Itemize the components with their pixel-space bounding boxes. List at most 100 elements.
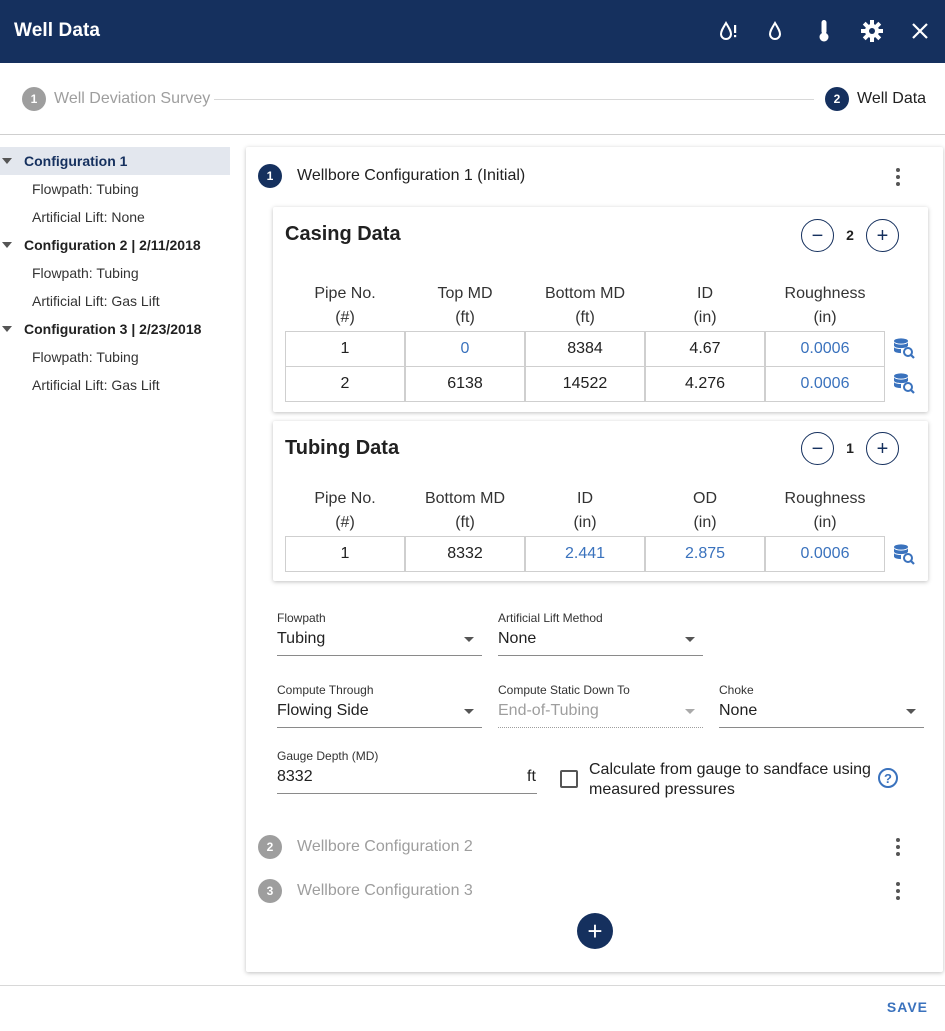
step-1-number[interactable]: 1 [22, 87, 46, 111]
save-button[interactable]: SAVE [887, 999, 928, 1015]
choke-underline [719, 727, 924, 728]
gauge-depth-input[interactable]: 8332 [277, 768, 313, 786]
tree-config-3-flowpath[interactable]: Flowpath: Tubing [0, 343, 230, 371]
tubing-header-id: ID (in) [573, 490, 597, 531]
compute-static-select: End-of-Tubing [498, 702, 599, 719]
oil-drop-icon[interactable] [760, 16, 790, 46]
casing-cell[interactable]: 4.276 [645, 366, 765, 402]
casing-cell[interactable]: 1 [285, 331, 405, 367]
casing-header-bottom-md: Bottom MD (ft) [544, 285, 625, 326]
compute-static-underline [498, 727, 703, 728]
wellbore-2-title[interactable]: Wellbore Configuration 2 [297, 838, 473, 856]
tree-config-1-lift[interactable]: Artificial Lift: None [0, 203, 230, 231]
add-wellbore-button[interactable]: + [577, 913, 613, 949]
page-title: Well Data [14, 20, 101, 41]
wellbore-2-number: 2 [258, 835, 282, 859]
artificial-lift-label: Artificial Lift Method [498, 611, 603, 625]
tree-config-3-lift[interactable]: Artificial Lift: Gas Lift [0, 371, 230, 399]
dropdown-arrow-icon[interactable] [685, 637, 695, 642]
step-1-label[interactable]: Well Deviation Survey [54, 90, 210, 108]
wellbore-3-title[interactable]: Wellbore Configuration 3 [297, 882, 473, 900]
tree-config-2[interactable]: Configuration 2 | 2/11/2018 [0, 231, 230, 259]
gauge-depth-label: Gauge Depth (MD) [277, 749, 379, 763]
casing-cell[interactable]: 4.67 [645, 331, 765, 367]
calculate-checkbox[interactable] [560, 770, 578, 788]
tree-config-1-flowpath[interactable]: Flowpath: Tubing [0, 175, 230, 203]
database-search-icon[interactable] [893, 543, 915, 565]
configuration-tree: Configuration 1 Flowpath: Tubing Artific… [0, 147, 230, 399]
dropdown-arrow-icon[interactable] [464, 709, 474, 714]
caret-down-icon[interactable] [2, 326, 12, 332]
casing-increment-button[interactable]: + [866, 219, 899, 252]
database-search-icon[interactable] [893, 337, 915, 359]
casing-header-id: ID (in) [693, 285, 717, 326]
gauge-depth-underline [277, 793, 537, 794]
caret-down-icon[interactable] [2, 242, 12, 248]
help-icon[interactable]: ? [878, 768, 898, 788]
casing-title: Casing Data [285, 223, 401, 245]
close-icon[interactable] [905, 16, 935, 46]
compute-through-label: Compute Through [277, 683, 374, 697]
dropdown-arrow-icon[interactable] [906, 709, 916, 714]
calculate-checkbox-label[interactable]: Calculate from gauge to sandface using m… [589, 760, 871, 800]
casing-cell[interactable]: 0.0006 [765, 366, 885, 402]
wellbore-panel: 1 Wellbore Configuration 1 (Initial) Cas… [246, 147, 943, 972]
tubing-increment-button[interactable]: + [866, 432, 899, 465]
tubing-header-roughness: Roughness (in) [784, 490, 866, 531]
step-connector [214, 99, 814, 100]
tubing-cell[interactable]: 8332 [405, 536, 525, 572]
gear-icon[interactable] [857, 16, 887, 46]
casing-header-top-md: Top MD (ft) [437, 285, 493, 326]
flowpath-label: Flowpath [277, 611, 326, 625]
flowpath-select[interactable]: Tubing [277, 630, 325, 648]
casing-header-pipe: Pipe No. (#) [314, 285, 376, 326]
thermometer-icon[interactable] [809, 16, 839, 46]
choke-select[interactable]: None [719, 702, 757, 720]
tubing-cell[interactable]: 2.441 [525, 536, 645, 572]
caret-down-icon[interactable] [2, 158, 12, 164]
wellbore-3-number: 3 [258, 879, 282, 903]
dropdown-arrow-icon [685, 709, 695, 714]
casing-count: 2 [846, 227, 854, 243]
tubing-header-od: OD (in) [693, 490, 717, 531]
casing-cell[interactable]: 14522 [525, 366, 645, 402]
casing-cell[interactable]: 0 [405, 331, 525, 367]
more-vert-icon[interactable] [888, 879, 908, 903]
tree-config-3[interactable]: Configuration 3 | 2/23/2018 [0, 315, 230, 343]
dropdown-arrow-icon[interactable] [464, 637, 474, 642]
tubing-cell[interactable]: 0.0006 [765, 536, 885, 572]
casing-decrement-button[interactable]: − [801, 219, 834, 252]
casing-cell[interactable]: 0.0006 [765, 331, 885, 367]
tubing-title: Tubing Data [285, 437, 400, 459]
oil-alert-icon[interactable] [713, 16, 743, 46]
tubing-header-pipe: Pipe No. (#) [314, 490, 376, 531]
more-vert-icon[interactable] [888, 165, 908, 189]
flowpath-underline [277, 655, 482, 656]
artificial-lift-underline [498, 655, 703, 656]
tubing-cell[interactable]: 1 [285, 536, 405, 572]
tree-config-2-lift[interactable]: Artificial Lift: Gas Lift [0, 287, 230, 315]
tubing-decrement-button[interactable]: − [801, 432, 834, 465]
wellbore-1-number: 1 [258, 164, 282, 188]
tree-config-1[interactable]: Configuration 1 [0, 147, 230, 175]
tree-config-2-flowpath[interactable]: Flowpath: Tubing [0, 259, 230, 287]
tubing-cell[interactable]: 2.875 [645, 536, 765, 572]
wellbore-1-title[interactable]: Wellbore Configuration 1 (Initial) [297, 167, 525, 185]
compute-through-select[interactable]: Flowing Side [277, 702, 369, 720]
compute-static-label: Compute Static Down To [498, 683, 630, 697]
footer-divider [0, 985, 945, 986]
step-2-number[interactable]: 2 [825, 87, 849, 111]
tubing-count: 1 [846, 440, 854, 456]
database-search-icon[interactable] [893, 372, 915, 394]
stepper: 1 Well Deviation Survey 2 Well Data [0, 63, 945, 135]
casing-cell[interactable]: 6138 [405, 366, 525, 402]
casing-cell[interactable]: 2 [285, 366, 405, 402]
casing-cell[interactable]: 8384 [525, 331, 645, 367]
gauge-depth-unit: ft [527, 768, 536, 785]
artificial-lift-select[interactable]: None [498, 630, 536, 648]
step-2-label[interactable]: Well Data [857, 90, 926, 108]
tubing-header-bottom-md: Bottom MD (ft) [424, 490, 505, 531]
tubing-card: Tubing Data − 1 + Pipe No. (#) Bottom MD(… [273, 421, 928, 581]
more-vert-icon[interactable] [888, 835, 908, 859]
casing-header-roughness: Roughness (in) [784, 285, 866, 326]
